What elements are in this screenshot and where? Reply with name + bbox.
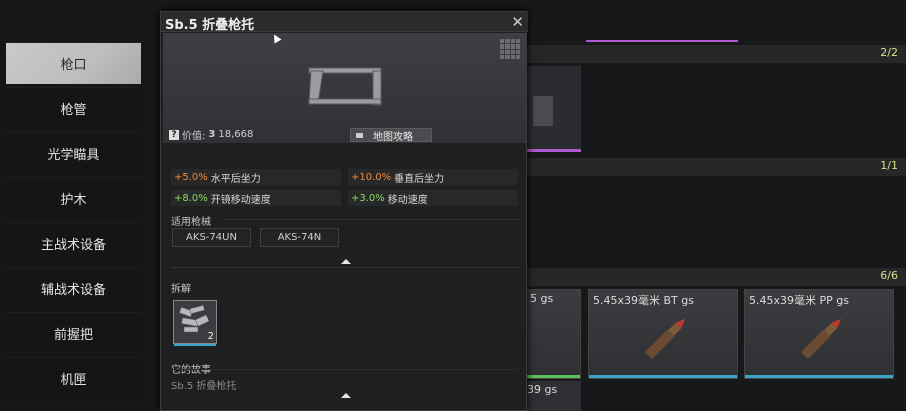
sidebar-item-receiver[interactable]: 机匣 (6, 357, 141, 399)
sidebar-item-aux-tactical[interactable]: 辅战术设备 (6, 267, 141, 309)
ammo-name: 39 gs (527, 383, 558, 396)
section-count: 2/2 (880, 46, 898, 59)
price-value: 18,668 (218, 129, 254, 140)
sidebar-item-foregrip[interactable]: 前握把 (6, 312, 141, 354)
sidebar-item-muzzle[interactable]: 枪口 (6, 42, 141, 84)
rarity-bar (745, 375, 893, 378)
rarity-bar (589, 375, 737, 378)
help-icon[interactable]: ? (169, 129, 179, 140)
stat-row: +5.0% 水平后坐力 (171, 169, 341, 185)
sidebar-item-label: 光学瞄具 (47, 148, 100, 163)
attachment-card[interactable] (525, 66, 581, 152)
currency-icon: 3 (208, 129, 216, 140)
ammo-card[interactable]: 5.45x39毫米 PP gs (744, 289, 894, 379)
stat-row: +10.0% 垂直后坐力 (348, 169, 518, 185)
part-count: 2 (207, 331, 214, 342)
collapse-chevron-icon[interactable] (341, 259, 351, 264)
stat-value: +10.0% (351, 171, 392, 183)
stat-value: +3.0% (351, 192, 385, 204)
close-icon[interactable]: ✕ (511, 13, 524, 31)
map-guide-button[interactable]: 地图攻略 (350, 128, 432, 143)
compatible-weapons-label: 适用枪械 (171, 217, 211, 228)
section-header: 1/1 (520, 158, 906, 176)
map-guide-label: 地图攻略 (373, 131, 413, 143)
category-sidebar: 枪口 枪管 光学瞄具 护木 主战术设备 辅战术设备 前握把 机匣 (0, 0, 150, 411)
ammo-card[interactable]: 5.45x39毫米 BT gs (588, 289, 738, 379)
price-label: 价值: (182, 131, 206, 142)
rarity-bar (526, 375, 580, 378)
sidebar-item-optic[interactable]: 光学瞄具 (6, 132, 141, 174)
sidebar-item-main-tactical[interactable]: 主战术设备 (6, 222, 141, 264)
story-text: Sb.5 折叠枪托 (171, 381, 237, 392)
attachment-image (533, 96, 553, 126)
stat-label: 水平后坐力 (210, 173, 261, 185)
bullet-icon (800, 318, 842, 360)
sidebar-item-label: 机匣 (60, 373, 87, 388)
weapon-name: AKS-74N (277, 232, 322, 243)
stat-label: 垂直后坐力 (394, 173, 445, 185)
weapon-chip[interactable]: AKS-74N (260, 228, 339, 247)
stat-value: +5.0% (174, 171, 208, 183)
popup-header: Sb.5 折叠枪托 ✕ (161, 12, 528, 33)
sidebar-item-label: 前握把 (53, 328, 93, 343)
stat-label: 移动速度 (387, 194, 428, 206)
purple-rarity-bar (586, 40, 738, 42)
stat-row: +8.0% 开镜移动速度 (171, 190, 341, 206)
divider (223, 219, 519, 220)
ammo-card[interactable]: 5 gs (525, 289, 581, 379)
section-header: 6/6 (520, 268, 906, 286)
item-price: ? 价值: 3 18,668 (169, 127, 253, 142)
section-count: 1/1 (880, 159, 898, 172)
sidebar-item-label: 枪管 (60, 103, 87, 118)
item-detail-popup: Sb.5 折叠枪托 ✕ ? 价值: 3 18,668 地图攻略 +5.0% 水平… (160, 11, 528, 411)
section-count: 6/6 (880, 269, 898, 282)
ammo-name: 5 gs (530, 292, 554, 305)
bullet-icon (644, 318, 686, 360)
stat-label: 开镜移动速度 (210, 194, 271, 206)
weapon-name: AKS-74UN (186, 232, 237, 243)
weapon-chip[interactable]: AKS-74UN (172, 228, 251, 247)
sidebar-item-label: 枪口 (60, 58, 87, 73)
stat-row: +3.0% 移动速度 (348, 190, 518, 206)
item-preview: ? 价值: 3 18,668 地图攻略 (163, 33, 526, 143)
section-header: 2/2 (520, 45, 906, 63)
sidebar-item-label: 主战术设备 (40, 238, 106, 253)
stat-value: +8.0% (174, 192, 208, 204)
divider (171, 369, 519, 370)
sidebar-item-barrel[interactable]: 枪管 (6, 87, 141, 129)
divider (171, 267, 519, 268)
sidebar-item-label: 护木 (60, 193, 87, 208)
item-title: Sb.5 折叠枪托 (165, 18, 255, 33)
ammo-card[interactable]: 39 gs (525, 381, 581, 411)
purple-rarity-bar (525, 149, 581, 152)
sidebar-item-label: 辅战术设备 (40, 283, 106, 298)
sidebar-item-handguard[interactable]: 护木 (6, 177, 141, 219)
collapse-chevron-icon[interactable] (341, 393, 351, 398)
rarity-bar (174, 344, 216, 346)
disassembly-part[interactable]: 2 (173, 300, 217, 346)
map-icon (356, 132, 363, 138)
disassemble-label: 拆解 (171, 284, 191, 295)
